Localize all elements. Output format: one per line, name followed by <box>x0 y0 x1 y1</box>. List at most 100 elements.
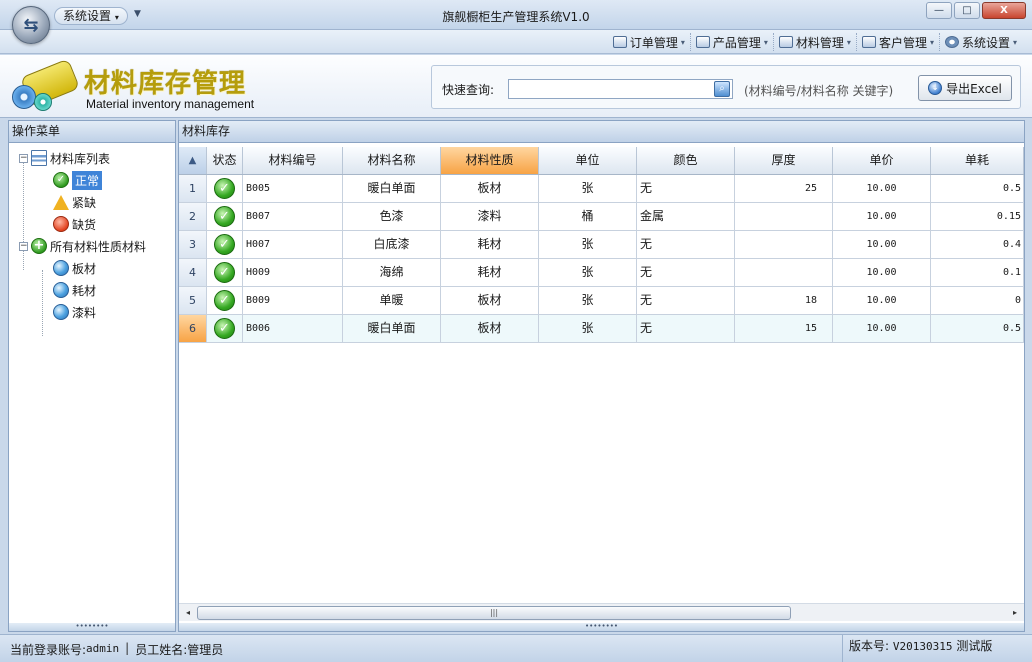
tree-item-normal[interactable]: ✓ 正常 <box>9 169 175 191</box>
column-header-status[interactable]: 状态 <box>207 147 243 174</box>
search-hint: (材料编号/材料名称 关键字) <box>744 84 894 98</box>
staff-label: 员工姓名: <box>135 643 188 657</box>
page-title: 材料库存管理 <box>84 69 247 99</box>
column-header-unit[interactable]: 单位 <box>539 147 637 174</box>
scroll-left-icon[interactable]: ◂ <box>181 607 195 619</box>
menu-product-management[interactable]: 产品管理 ▾ <box>691 33 774 51</box>
tree-label-all-natures: 所有材料性质材料 <box>50 239 147 254</box>
cell-nature: 耗材 <box>441 259 539 286</box>
status-cell: ✓ <box>207 287 243 314</box>
cell-thickness <box>735 231 833 258</box>
cell-code: B009 <box>243 287 343 314</box>
row-number: 1 <box>179 175 207 202</box>
cell-color: 金属 <box>637 203 735 230</box>
tree-item-paint[interactable]: 漆料 <box>9 301 175 323</box>
table-row[interactable]: 3 ✓ H007 白底漆 耗材 张 无 10.00 0.4 <box>179 231 1024 259</box>
cell-nature: 耗材 <box>441 231 539 258</box>
row-number: 2 <box>179 203 207 230</box>
quick-search-panel: 快速查询: ⌕ (材料编号/材料名称 关键字) ↓ 导出Excel <box>431 65 1021 109</box>
column-header-consumption[interactable]: 单耗 <box>931 147 1024 174</box>
status-cell: ✓ <box>207 315 243 342</box>
status-cell: ✓ <box>207 175 243 202</box>
order-icon <box>612 36 627 48</box>
window-controls: — □ X <box>926 2 1026 19</box>
tree-item-out-of-stock[interactable]: 缺货 <box>9 213 175 235</box>
column-header-price[interactable]: 单价 <box>833 147 931 174</box>
cell-name: 海绵 <box>343 259 441 286</box>
chevron-down-icon: ▾ <box>1012 37 1017 47</box>
menu-customer-management[interactable]: 客户管理 ▾ <box>857 33 940 51</box>
cell-name: 暖白单面 <box>343 175 441 202</box>
material-roll-logo-icon <box>10 58 81 111</box>
tree-label-paint: 漆料 <box>72 305 97 320</box>
minimize-button[interactable]: — <box>926 2 952 19</box>
horizontal-scrollbar[interactable]: ◂ ||| ▸ <box>179 603 1024 621</box>
cell-color: 无 <box>637 259 735 286</box>
tree-label-out-of-stock: 缺货 <box>72 217 97 232</box>
cell-consumption: 0.1 <box>931 259 1024 286</box>
version-label: 版本号: <box>849 639 890 653</box>
table-row[interactable]: 4 ✓ H009 海绵 耗材 张 无 10.00 0.1 <box>179 259 1024 287</box>
column-header-name[interactable]: 材料名称 <box>343 147 441 174</box>
menu-material-management[interactable]: 材料管理 ▾ <box>774 33 857 51</box>
menu-system-settings[interactable]: 系统设置 ▾ <box>940 33 1022 51</box>
version-info: 版本号: V20130315 测试版 <box>842 635 992 662</box>
cell-consumption: 0 <box>931 287 1024 314</box>
right-panel-resize-grip[interactable]: •••••••• <box>179 623 1024 631</box>
tree-group-all-natures[interactable]: − + 所有材料性质材料 <box>9 235 175 257</box>
table-row[interactable]: 1 ✓ B005 暖白单面 板材 张 无 25 10.00 0.5 <box>179 175 1024 203</box>
column-header-code[interactable]: 材料编号 <box>243 147 343 174</box>
table-row[interactable]: 2 ✓ B007 色漆 漆料 桶 金属 10.00 0.15 <box>179 203 1024 231</box>
row-header-corner-icon[interactable]: ▲ <box>179 147 207 174</box>
cell-consumption: 0.15 <box>931 203 1024 230</box>
login-value: admin <box>86 642 120 655</box>
checkmark-icon: ✓ <box>53 172 69 188</box>
list-icon <box>31 150 47 166</box>
maximize-button[interactable]: □ <box>954 2 980 19</box>
search-icon[interactable]: ⌕ <box>714 81 730 97</box>
tree-item-board[interactable]: 板材 <box>9 257 175 279</box>
chevron-down-icon: ▾ <box>929 37 934 47</box>
tree-label-material-list: 材料库列表 <box>50 151 111 166</box>
chevron-down-icon: ▾ <box>763 37 768 47</box>
row-number: 5 <box>179 287 207 314</box>
inventory-grid: ▲ 状态 材料编号 材料名称 材料性质 单位 颜色 厚度 单价 单耗 1 ✓ B… <box>179 147 1024 343</box>
column-header-color[interactable]: 颜色 <box>637 147 735 174</box>
cell-color: 无 <box>637 175 735 202</box>
left-panel-resize-grip[interactable]: •••••••• <box>9 623 175 631</box>
inventory-panel-title: 材料库存 <box>179 121 1024 143</box>
column-header-thickness[interactable]: 厚度 <box>735 147 833 174</box>
login-info: 当前登录账号: admin | 员工姓名: 管理员 <box>10 641 223 658</box>
title-bar: 系统设置 ▾ ▼ 旗舰橱柜生产管理系统V1.0 — □ X <box>0 0 1032 30</box>
app-menu-orb-icon[interactable]: ⇆ <box>12 6 50 44</box>
search-input[interactable] <box>508 79 733 99</box>
menu-product-label: 产品管理 <box>712 35 761 50</box>
tree-item-consumable[interactable]: 耗材 <box>9 279 175 301</box>
table-row-selected[interactable]: 6 ✓ B006 暖白单面 板材 张 无 15 10.00 0.5 <box>179 315 1024 343</box>
checkmark-icon: ✓ <box>214 178 235 199</box>
menu-customer-label: 客户管理 <box>878 35 927 50</box>
menu-order-management[interactable]: 订单管理 ▾ <box>608 33 691 51</box>
tree-group-material-list[interactable]: − 材料库列表 <box>9 147 175 169</box>
customer-icon <box>861 36 876 48</box>
table-row[interactable]: 5 ✓ B009 单暖 板材 张 无 18 10.00 0 <box>179 287 1024 315</box>
status-separator: | <box>125 641 130 655</box>
cell-price: 10.00 <box>833 315 931 342</box>
product-icon <box>695 36 710 48</box>
column-header-nature[interactable]: 材料性质 <box>441 147 539 174</box>
cell-color: 无 <box>637 315 735 342</box>
menu-tree: − 材料库列表 ✓ 正常 紧缺 缺货 − + 所有材料性质材料 板材 耗材 漆料 <box>9 143 175 336</box>
collapse-icon[interactable]: − <box>19 153 28 163</box>
cell-code: H007 <box>243 231 343 258</box>
checkmark-icon: ✓ <box>214 262 235 283</box>
tree-label-board: 板材 <box>72 261 97 276</box>
download-icon: ↓ <box>928 81 943 95</box>
cell-color: 无 <box>637 231 735 258</box>
checkmark-icon: ✓ <box>214 206 235 227</box>
close-button[interactable]: X <box>982 2 1026 19</box>
tree-item-shortage[interactable]: 紧缺 <box>9 191 175 213</box>
scroll-right-icon[interactable]: ▸ <box>1008 607 1022 619</box>
collapse-icon[interactable]: − <box>19 241 28 251</box>
export-excel-button[interactable]: ↓ 导出Excel <box>918 75 1012 101</box>
scrollbar-thumb[interactable]: ||| <box>197 606 791 620</box>
